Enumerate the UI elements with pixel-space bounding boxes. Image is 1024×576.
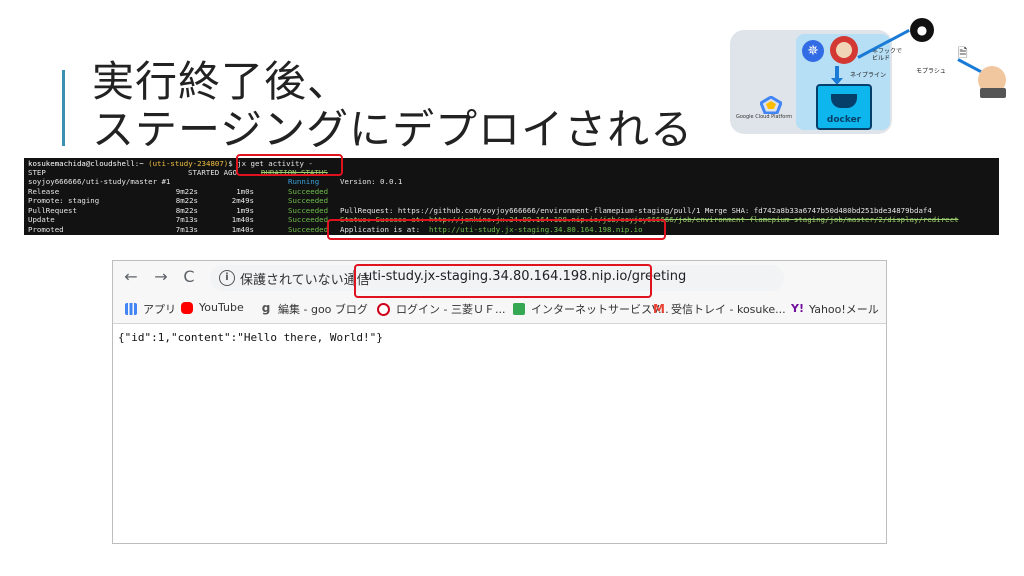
activity-status: Succeeded [288, 196, 329, 205]
prompt-user: kosukemachida@cloudshell:~ [28, 159, 144, 168]
bookmark-youtube[interactable]: YouTube [181, 301, 244, 314]
highlight-command [236, 154, 343, 176]
bookmark-label: ログイン - 三菱ＵＦ... [396, 303, 506, 316]
activity-dur: 2m49s [231, 196, 254, 205]
activity-step: PullRequest [28, 205, 77, 215]
activity-status: Succeeded [288, 215, 329, 224]
kubernetes-icon: ✵ [802, 40, 824, 62]
activity-ago: 7m13s [175, 224, 198, 234]
activity-step: Promoted [28, 224, 64, 234]
bookmark-label: 受信トレイ - kosuke... [671, 303, 786, 316]
header-started: STARTED AGO [188, 168, 237, 177]
activity-ago: 8m22s [175, 196, 198, 205]
activity-dur: 1m40s [231, 215, 254, 224]
activity-detail: Version: 0.0.1 [340, 177, 403, 186]
docker-whale-icon [831, 94, 857, 108]
bookmark-internet-service[interactable]: インターネットサービスV... [513, 301, 669, 317]
bookmark-label: YouTube [199, 301, 244, 314]
build-label: ビルド [872, 55, 891, 62]
pipeline-label: ネイプライン [850, 72, 887, 79]
not-secure-label: 保護されていない通信 [240, 273, 370, 288]
github-icon: ● [910, 18, 934, 42]
goo-icon: g [261, 301, 271, 315]
bookmark-label: 編集 - goo ブログ [278, 303, 368, 316]
reload-icon[interactable]: C [179, 267, 199, 287]
title-line-2: ステージングにデプロイされる [92, 105, 694, 154]
docker-icon: docker [816, 84, 872, 130]
mufg-icon [377, 302, 390, 316]
youtube-icon [181, 301, 193, 314]
activity-step: soyjoy666666/uti-study/master #1 [28, 177, 171, 186]
activity-step: Promote: staging [28, 196, 100, 205]
bookmark-gmail[interactable]: M 受信トレイ - kosuke... [653, 301, 786, 317]
activity-detail: PullRequest: https://github.com/soyjoy66… [340, 205, 932, 215]
bookmark-yahoo-mail[interactable]: Y! Yahoo!メール [791, 301, 879, 317]
activity-ago: 9m22s [175, 186, 198, 196]
webhook-build-label: ネフックで ビルド [872, 48, 902, 62]
activity-dur: 1m40s [231, 224, 254, 234]
activity-ago: 8m22s [175, 205, 198, 215]
title-accent-bar [62, 70, 65, 146]
back-arrow-icon[interactable]: ← [121, 267, 141, 287]
bookmark-mufg[interactable]: ログイン - 三菱ＵＦ... [377, 301, 505, 317]
gcp-logo-icon [760, 96, 782, 114]
browser-window: ← → C i 保護されていない通信 uti-study.jx-staging.… [112, 260, 887, 544]
architecture-diagram: Google Cloud Platform ✵ docker ネフックで ビルド… [730, 18, 1020, 136]
forward-arrow-icon[interactable]: → [151, 267, 171, 287]
json-response-text: {"id":1,"content":"Hello there, World!"} [118, 331, 383, 344]
activity-step: Release [28, 186, 60, 196]
dev-push-label: モプラシュ [916, 68, 946, 75]
activity-dur: 1m9s [236, 205, 254, 215]
bookmark-goo-blog[interactable]: g 編集 - goo ブログ [260, 301, 368, 317]
activity-ago: 7m13s [175, 215, 198, 224]
document-icon: 🗎 [958, 46, 968, 60]
info-icon[interactable]: i [219, 270, 235, 286]
jenkins-icon [830, 36, 858, 64]
internet-service-icon [513, 303, 525, 315]
bookmark-label: Yahoo!メール [809, 303, 879, 316]
title-line-1: 実行終了後、 [92, 57, 351, 106]
activity-status: Succeeded [288, 186, 329, 196]
activity-step: Update [28, 215, 55, 224]
highlight-application-url [327, 219, 666, 240]
activity-status: Succeeded [288, 224, 329, 234]
docker-label: docker [826, 115, 862, 125]
gcp-label: Google Cloud Platform [736, 114, 793, 120]
laptop-icon [980, 88, 1006, 98]
slide-title: 実行終了後、 ステージングにデプロイされる [92, 58, 693, 154]
yahoo-icon: Y! [791, 302, 804, 315]
bookmark-label: アプリ [143, 303, 176, 316]
apps-grid-icon [125, 303, 137, 315]
prompt-project: (uti-study-234807) [148, 159, 229, 168]
pipeline-arrow [831, 66, 843, 85]
bookmarks-bar: アプリ YouTube g 編集 - goo ブログ ログイン - 三菱ＵＦ..… [113, 295, 886, 324]
highlight-url [354, 264, 652, 298]
activity-status: Running [288, 177, 320, 186]
bookmark-apps[interactable]: アプリ [125, 301, 176, 317]
gmail-icon: M [653, 302, 665, 316]
bookmark-label: インターネットサービスV... [531, 303, 669, 316]
activity-status: Succeeded [288, 205, 329, 215]
activity-dur: 1m0s [236, 186, 254, 196]
